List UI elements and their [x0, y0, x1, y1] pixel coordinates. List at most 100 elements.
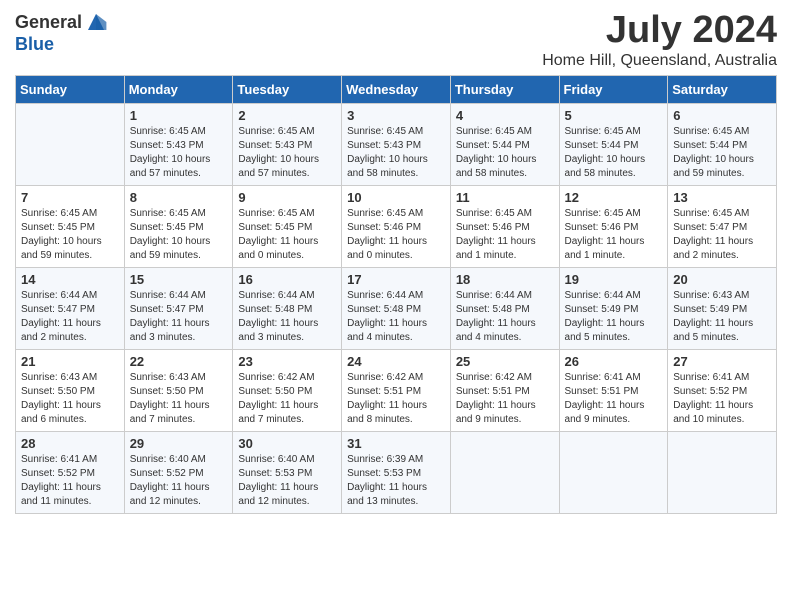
day-info: Sunrise: 6:45 AMSunset: 5:47 PMDaylight:… [673, 207, 771, 263]
calendar-cell: 23 Sunrise: 6:42 AMSunset: 5:50 PMDayligh… [233, 349, 342, 431]
day-number: 13 [673, 190, 771, 205]
calendar-cell: 28 Sunrise: 6:41 AMSunset: 5:52 PMDayligh… [16, 431, 125, 513]
day-info: Sunrise: 6:45 AMSunset: 5:45 PMDaylight:… [21, 207, 119, 263]
day-info: Sunrise: 6:45 AMSunset: 5:44 PMDaylight:… [456, 125, 554, 181]
calendar-cell: 15 Sunrise: 6:44 AMSunset: 5:47 PMDayligh… [124, 267, 233, 349]
calendar-week-row: 28 Sunrise: 6:41 AMSunset: 5:52 PMDayligh… [16, 431, 777, 513]
header-tuesday: Tuesday [233, 75, 342, 103]
day-number: 27 [673, 354, 771, 369]
calendar-cell: 9 Sunrise: 6:45 AMSunset: 5:45 PMDaylight… [233, 185, 342, 267]
day-info: Sunrise: 6:42 AMSunset: 5:51 PMDaylight:… [456, 371, 554, 427]
month-title: July 2024 [542, 10, 777, 52]
header-thursday: Thursday [450, 75, 559, 103]
day-number: 29 [130, 436, 228, 451]
calendar-cell: 20 Sunrise: 6:43 AMSunset: 5:49 PMDayligh… [668, 267, 777, 349]
calendar-cell: 19 Sunrise: 6:44 AMSunset: 5:49 PMDayligh… [559, 267, 668, 349]
day-number: 23 [238, 354, 336, 369]
day-info: Sunrise: 6:45 AMSunset: 5:45 PMDaylight:… [238, 207, 336, 263]
location-title: Home Hill, Queensland, Australia [542, 52, 777, 70]
calendar-cell: 29 Sunrise: 6:40 AMSunset: 5:52 PMDayligh… [124, 431, 233, 513]
day-info: Sunrise: 6:40 AMSunset: 5:52 PMDaylight:… [130, 453, 228, 509]
day-number: 21 [21, 354, 119, 369]
day-info: Sunrise: 6:45 AMSunset: 5:43 PMDaylight:… [347, 125, 445, 181]
calendar-cell: 18 Sunrise: 6:44 AMSunset: 5:48 PMDayligh… [450, 267, 559, 349]
calendar-cell [668, 431, 777, 513]
day-info: Sunrise: 6:43 AMSunset: 5:49 PMDaylight:… [673, 289, 771, 345]
day-info: Sunrise: 6:44 AMSunset: 5:47 PMDaylight:… [130, 289, 228, 345]
day-info: Sunrise: 6:44 AMSunset: 5:48 PMDaylight:… [238, 289, 336, 345]
calendar-cell [559, 431, 668, 513]
day-info: Sunrise: 6:44 AMSunset: 5:48 PMDaylight:… [347, 289, 445, 345]
day-info: Sunrise: 6:43 AMSunset: 5:50 PMDaylight:… [21, 371, 119, 427]
logo-icon [84, 10, 108, 34]
calendar-cell: 4 Sunrise: 6:45 AMSunset: 5:44 PMDaylight… [450, 103, 559, 185]
day-number: 20 [673, 272, 771, 287]
calendar-cell: 16 Sunrise: 6:44 AMSunset: 5:48 PMDayligh… [233, 267, 342, 349]
header-wednesday: Wednesday [342, 75, 451, 103]
calendar-cell: 13 Sunrise: 6:45 AMSunset: 5:47 PMDayligh… [668, 185, 777, 267]
calendar-week-row: 14 Sunrise: 6:44 AMSunset: 5:47 PMDayligh… [16, 267, 777, 349]
day-info: Sunrise: 6:45 AMSunset: 5:46 PMDaylight:… [347, 207, 445, 263]
calendar-cell: 30 Sunrise: 6:40 AMSunset: 5:53 PMDayligh… [233, 431, 342, 513]
day-number: 22 [130, 354, 228, 369]
day-number: 6 [673, 108, 771, 123]
day-info: Sunrise: 6:41 AMSunset: 5:51 PMDaylight:… [565, 371, 663, 427]
day-number: 30 [238, 436, 336, 451]
header-saturday: Saturday [668, 75, 777, 103]
logo-general-text: General [15, 12, 82, 33]
day-number: 10 [347, 190, 445, 205]
calendar-cell: 21 Sunrise: 6:43 AMSunset: 5:50 PMDayligh… [16, 349, 125, 431]
calendar-table: SundayMondayTuesdayWednesdayThursdayFrid… [15, 75, 777, 514]
day-info: Sunrise: 6:43 AMSunset: 5:50 PMDaylight:… [130, 371, 228, 427]
logo-blue-text: Blue [15, 34, 54, 55]
calendar-cell [16, 103, 125, 185]
page-header: General Blue July 2024 Home Hill, Queens… [15, 10, 777, 70]
calendar-cell: 11Sunrise: 6:45 AMSunset: 5:46 PMDayligh… [450, 185, 559, 267]
day-info: Sunrise: 6:45 AMSunset: 5:45 PMDaylight:… [130, 207, 228, 263]
calendar-cell [450, 431, 559, 513]
day-info: Sunrise: 6:45 AMSunset: 5:43 PMDaylight:… [238, 125, 336, 181]
header-monday: Monday [124, 75, 233, 103]
calendar-cell: 2 Sunrise: 6:45 AMSunset: 5:43 PMDaylight… [233, 103, 342, 185]
day-info: Sunrise: 6:40 AMSunset: 5:53 PMDaylight:… [238, 453, 336, 509]
calendar-cell: 17Sunrise: 6:44 AMSunset: 5:48 PMDayligh… [342, 267, 451, 349]
day-info: Sunrise: 6:45 AMSunset: 5:46 PMDaylight:… [565, 207, 663, 263]
day-number: 28 [21, 436, 119, 451]
day-number: 2 [238, 108, 336, 123]
calendar-cell: 12Sunrise: 6:45 AMSunset: 5:46 PMDayligh… [559, 185, 668, 267]
day-number: 18 [456, 272, 554, 287]
calendar-cell: 27Sunrise: 6:41 AMSunset: 5:52 PMDayligh… [668, 349, 777, 431]
calendar-cell: 3 Sunrise: 6:45 AMSunset: 5:43 PMDaylight… [342, 103, 451, 185]
header-friday: Friday [559, 75, 668, 103]
day-info: Sunrise: 6:45 AMSunset: 5:43 PMDaylight:… [130, 125, 228, 181]
day-number: 9 [238, 190, 336, 205]
day-info: Sunrise: 6:44 AMSunset: 5:48 PMDaylight:… [456, 289, 554, 345]
day-number: 24 [347, 354, 445, 369]
day-info: Sunrise: 6:39 AMSunset: 5:53 PMDaylight:… [347, 453, 445, 509]
day-info: Sunrise: 6:42 AMSunset: 5:51 PMDaylight:… [347, 371, 445, 427]
calendar-cell: 10 Sunrise: 6:45 AMSunset: 5:46 PMDayligh… [342, 185, 451, 267]
day-number: 1 [130, 108, 228, 123]
day-number: 11 [456, 190, 554, 205]
day-info: Sunrise: 6:42 AMSunset: 5:50 PMDaylight:… [238, 371, 336, 427]
day-number: 19 [565, 272, 663, 287]
logo: General Blue [15, 10, 108, 55]
day-number: 3 [347, 108, 445, 123]
day-number: 15 [130, 272, 228, 287]
day-info: Sunrise: 6:44 AMSunset: 5:47 PMDaylight:… [21, 289, 119, 345]
day-number: 8 [130, 190, 228, 205]
day-number: 5 [565, 108, 663, 123]
calendar-cell: 26Sunrise: 6:41 AMSunset: 5:51 PMDayligh… [559, 349, 668, 431]
calendar-week-row: 7Sunrise: 6:45 AMSunset: 5:45 PMDaylight… [16, 185, 777, 267]
day-info: Sunrise: 6:44 AMSunset: 5:49 PMDaylight:… [565, 289, 663, 345]
calendar-cell: 1 Sunrise: 6:45 AMSunset: 5:43 PMDaylight… [124, 103, 233, 185]
day-number: 16 [238, 272, 336, 287]
day-number: 25 [456, 354, 554, 369]
day-info: Sunrise: 6:41 AMSunset: 5:52 PMDaylight:… [21, 453, 119, 509]
calendar-cell: 24 Sunrise: 6:42 AMSunset: 5:51 PMDayligh… [342, 349, 451, 431]
day-number: 4 [456, 108, 554, 123]
day-number: 31 [347, 436, 445, 451]
calendar-cell: 6Sunrise: 6:45 AMSunset: 5:44 PMDaylight… [668, 103, 777, 185]
calendar-cell: 8 Sunrise: 6:45 AMSunset: 5:45 PMDaylight… [124, 185, 233, 267]
day-number: 14 [21, 272, 119, 287]
